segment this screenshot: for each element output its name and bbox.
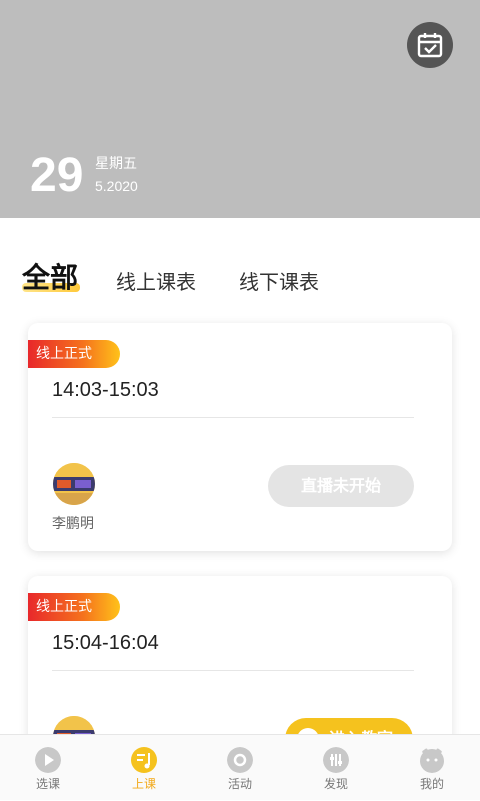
- class-card[interactable]: 线上正式 14:03-15:03 李鹏明 直播未开始: [28, 323, 452, 551]
- divider: [52, 670, 414, 671]
- nav-label: 活动: [227, 777, 252, 791]
- nav-label: 我的: [419, 777, 444, 791]
- bottom-nav: 选课 上课 活动 发现 我的: [0, 734, 480, 800]
- date-month-year: 5.2020: [95, 178, 138, 194]
- nav-item-discover[interactable]: 发现: [288, 735, 384, 801]
- nav-item-activity[interactable]: 活动: [192, 735, 288, 801]
- tab-online-schedule[interactable]: 线上课表: [116, 259, 196, 305]
- class-time: 14:03-15:03: [52, 379, 159, 401]
- date-day: 29: [30, 149, 84, 202]
- nav-label: 选课: [35, 777, 60, 791]
- live-not-started-button[interactable]: 直播未开始: [268, 465, 414, 507]
- nav-item-mine[interactable]: 我的: [384, 735, 480, 801]
- teacher-avatar: [53, 463, 95, 505]
- play-circle-icon: [35, 747, 61, 773]
- tab-all[interactable]: 全部: [22, 255, 78, 301]
- sliders-icon: [323, 747, 349, 773]
- class-time: 15:04-16:04: [52, 632, 159, 654]
- disc-icon: [227, 747, 253, 773]
- class-type-badge: 线上正式: [28, 340, 120, 368]
- calendar-button[interactable]: [407, 22, 453, 68]
- nav-label: 上课: [131, 777, 156, 791]
- nav-label: 发现: [323, 777, 348, 791]
- teacher-name: 李鹏明: [52, 516, 94, 532]
- tab-offline-schedule[interactable]: 线下课表: [239, 259, 319, 305]
- divider: [52, 417, 414, 418]
- music-note-icon: [131, 747, 157, 773]
- profile-face-icon: [420, 748, 444, 773]
- nav-item-class[interactable]: 上课: [96, 735, 192, 801]
- nav-item-select-course[interactable]: 选课: [0, 735, 96, 801]
- date-header: 29 星期五 5.2020: [0, 0, 480, 218]
- class-type-badge: 线上正式: [28, 593, 120, 621]
- date-weekday: 星期五: [95, 156, 137, 172]
- calendar-check-icon: [417, 33, 443, 58]
- schedule-tabs: 全部 线上课表 线下课表: [0, 255, 480, 305]
